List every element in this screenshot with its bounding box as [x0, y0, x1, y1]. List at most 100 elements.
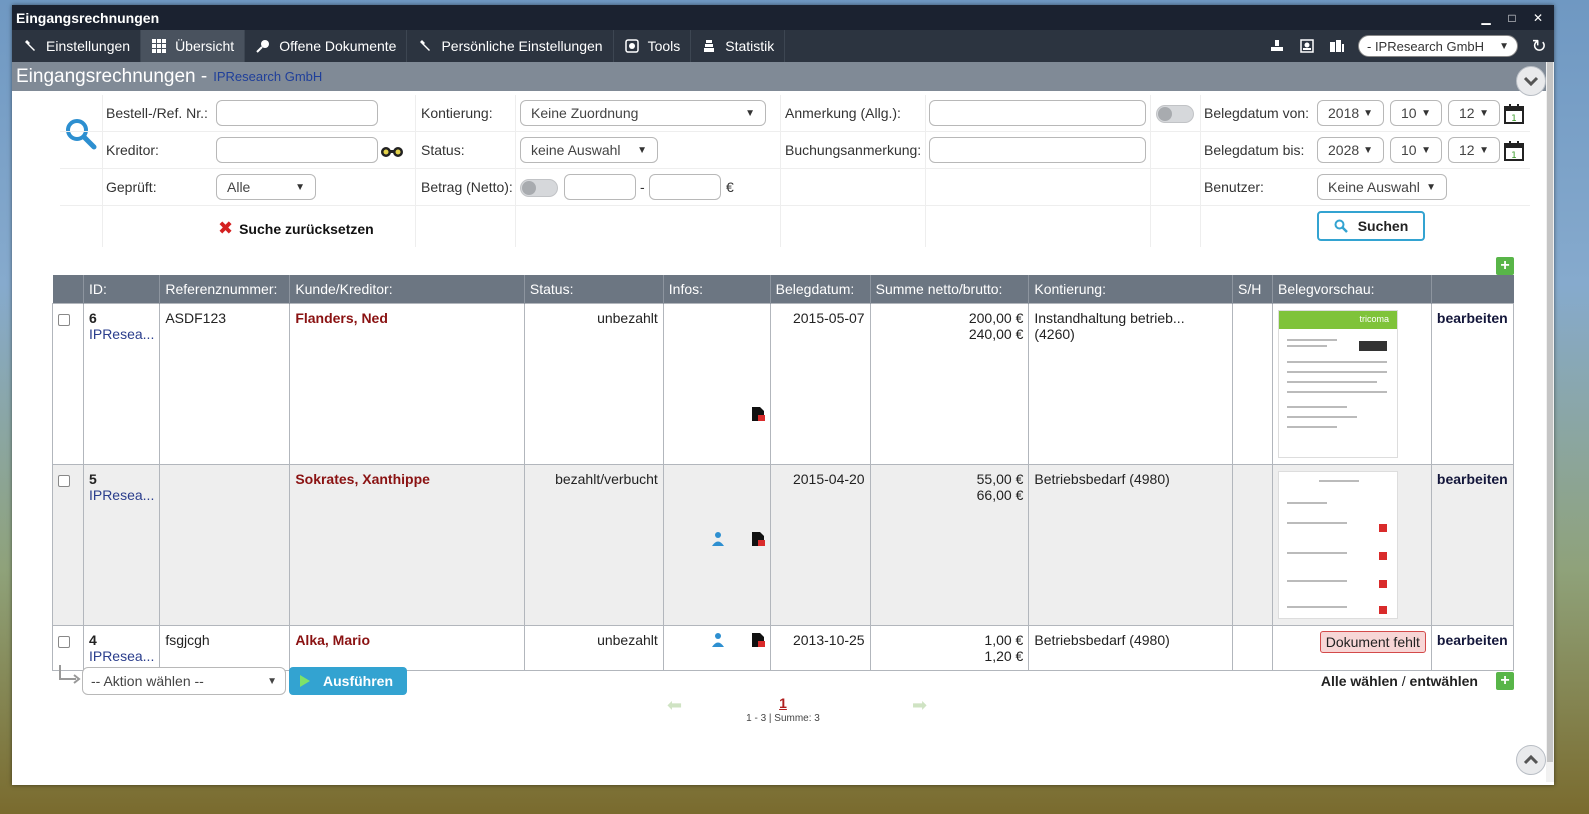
bis-year-select[interactable]: 2028 ▼: [1317, 137, 1384, 163]
calendar-icon[interactable]: 1: [1503, 103, 1525, 125]
calendar-icon[interactable]: 1: [1503, 140, 1525, 162]
page-number[interactable]: 1: [12, 695, 1554, 711]
menu-offene-dokumente[interactable]: Offene Dokumente: [245, 30, 408, 62]
menu-tools[interactable]: Tools: [614, 30, 692, 62]
close-icon[interactable]: ✕: [1532, 11, 1544, 25]
menu-einstellungen[interactable]: Einstellungen: [12, 30, 142, 62]
search-button[interactable]: Suchen: [1317, 211, 1425, 241]
reset-search-button[interactable]: ✖ Suche zurücksetzen: [218, 218, 374, 239]
table-row: 6 IPResea... ASDF123 Flanders, Ned unbeza…: [52, 302, 1515, 465]
header-kunde[interactable]: Kunde/Kreditor:: [289, 275, 525, 303]
row-kunde-link[interactable]: Flanders, Ned: [295, 310, 388, 326]
wrench-icon: [22, 38, 38, 54]
menu-uebersicht[interactable]: Übersicht: [141, 30, 246, 62]
filter-row-2: Kreditor: Status: keine Auswahl ▼ Buchung…: [60, 132, 1530, 169]
geprueft-select[interactable]: Alle ▼: [216, 174, 316, 200]
header-id[interactable]: ID:: [82, 275, 160, 303]
bis-month-value: 10: [1401, 142, 1417, 158]
invoice-table: ID: Referenznummer: Kunde/Kreditor: Stat…: [52, 275, 1515, 671]
pdf-document-icon[interactable]: [751, 406, 765, 422]
pin-icon: [255, 38, 271, 54]
header-summe[interactable]: Summe netto/brutto:: [869, 275, 1029, 303]
anmerkung-toggle[interactable]: [1156, 105, 1194, 123]
row-checkbox[interactable]: [58, 635, 70, 648]
row-company-link[interactable]: IPResea...: [89, 326, 154, 342]
refresh-icon[interactable]: ↻: [1530, 36, 1548, 56]
benutzer-value: Keine Auswahl: [1328, 179, 1420, 195]
bestell-input[interactable]: [216, 100, 378, 126]
buchungsanmerkung-input[interactable]: [929, 137, 1146, 163]
binoculars-icon[interactable]: [380, 146, 404, 158]
bis-year-value: 2028: [1328, 142, 1360, 158]
row-netto: 1,00 €: [984, 631, 1024, 648]
run-button-label: Ausführen: [323, 673, 393, 689]
stamp-icon[interactable]: [1268, 37, 1286, 55]
edit-link[interactable]: bearbeiten: [1437, 632, 1508, 648]
von-day-select[interactable]: 12 ▼: [1448, 100, 1500, 126]
pdf-document-icon[interactable]: [751, 632, 765, 648]
filter-row-1: Bestell-/Ref. Nr.: Kontierung: Keine Zuo…: [60, 95, 1530, 132]
row-checkbox[interactable]: [58, 313, 70, 326]
add-button[interactable]: +: [1496, 257, 1514, 275]
header-status[interactable]: Status:: [523, 275, 664, 303]
page-company-link[interactable]: IPResearch GmbH: [213, 69, 322, 84]
betrag-toggle[interactable]: [520, 179, 558, 197]
next-page-icon[interactable]: ➡: [912, 695, 927, 716]
row-id: 4: [88, 631, 97, 648]
row-company-link[interactable]: IPResea...: [89, 648, 154, 664]
prev-page-icon[interactable]: ⬅: [667, 695, 682, 716]
kreditor-input[interactable]: [216, 137, 378, 163]
row-brutto: 1,20 €: [984, 647, 1024, 664]
bis-month-select[interactable]: 10 ▼: [1390, 137, 1442, 163]
row-netto: 55,00 €: [976, 470, 1024, 487]
app-window: Eingangsrechnungen ▁ □ ✕ Einstellungen Ü…: [12, 5, 1554, 785]
status-select[interactable]: keine Auswahl ▼: [520, 137, 658, 163]
header-ref[interactable]: Referenznummer:: [159, 275, 290, 303]
building-icon[interactable]: [1328, 37, 1346, 55]
menu-label: Einstellungen: [46, 38, 131, 54]
chevron-up-icon: [1523, 755, 1539, 765]
collapse-button[interactable]: [1516, 66, 1546, 96]
add-button[interactable]: +: [1496, 672, 1514, 690]
invoice-preview-thumbnail[interactable]: [1278, 470, 1398, 619]
row-netto: 200,00 €: [968, 309, 1024, 326]
von-year-select[interactable]: 2018 ▼: [1317, 100, 1384, 126]
anmerkung-input[interactable]: [929, 100, 1146, 126]
benutzer-select[interactable]: Keine Auswahl ▼: [1317, 174, 1447, 200]
user-icon[interactable]: [711, 632, 725, 648]
bulk-action-select[interactable]: -- Aktion wählen -- ▼: [82, 667, 286, 695]
bis-day-select[interactable]: 12 ▼: [1448, 137, 1500, 163]
betrag-min-input[interactable]: [564, 174, 636, 200]
menu-statistik[interactable]: Statistik: [691, 30, 786, 62]
scrollbar[interactable]: [1546, 62, 1554, 782]
maximize-icon[interactable]: □: [1506, 11, 1518, 25]
betrag-label: Betrag (Netto):: [421, 179, 513, 195]
kontierung-select[interactable]: Keine Zuordnung ▼: [520, 100, 766, 126]
scrollbar-thumb[interactable]: [1547, 62, 1553, 762]
betrag-max-input[interactable]: [649, 174, 721, 200]
minimize-icon[interactable]: ▁: [1480, 11, 1492, 25]
row-kontierung: Betriebsbedarf (4980): [1028, 463, 1234, 626]
row-id: 6: [88, 309, 97, 326]
header-kontierung[interactable]: Kontierung:: [1028, 275, 1233, 303]
edit-link[interactable]: bearbeiten: [1437, 471, 1508, 487]
invoice-preview-thumbnail[interactable]: tricoma: [1278, 309, 1398, 458]
deselect-all-link[interactable]: entwählen: [1410, 673, 1478, 689]
company-select[interactable]: - IPResearch GmbH ▼: [1358, 35, 1518, 57]
header-date[interactable]: Belegdatum:: [769, 275, 871, 303]
run-button[interactable]: Ausführen: [289, 667, 407, 695]
scroll-top-button[interactable]: [1516, 745, 1546, 775]
row-date: 2013-10-25: [769, 624, 871, 671]
edit-link[interactable]: bearbeiten: [1437, 310, 1508, 326]
pdf-document-icon[interactable]: [751, 531, 765, 547]
menu-persoenliche-einstellungen[interactable]: Persönliche Einstellungen: [407, 30, 614, 62]
von-month-select[interactable]: 10 ▼: [1390, 100, 1442, 126]
row-kunde-link[interactable]: Alka, Mario: [295, 632, 370, 648]
contact-card-icon[interactable]: [1298, 37, 1316, 55]
select-all-link[interactable]: Alle wählen: [1321, 673, 1398, 689]
row-company-link[interactable]: IPResea...: [89, 487, 154, 503]
von-month-value: 10: [1401, 105, 1417, 121]
row-checkbox[interactable]: [58, 474, 70, 487]
user-icon[interactable]: [711, 531, 725, 547]
row-kunde-link[interactable]: Sokrates, Xanthippe: [295, 471, 430, 487]
